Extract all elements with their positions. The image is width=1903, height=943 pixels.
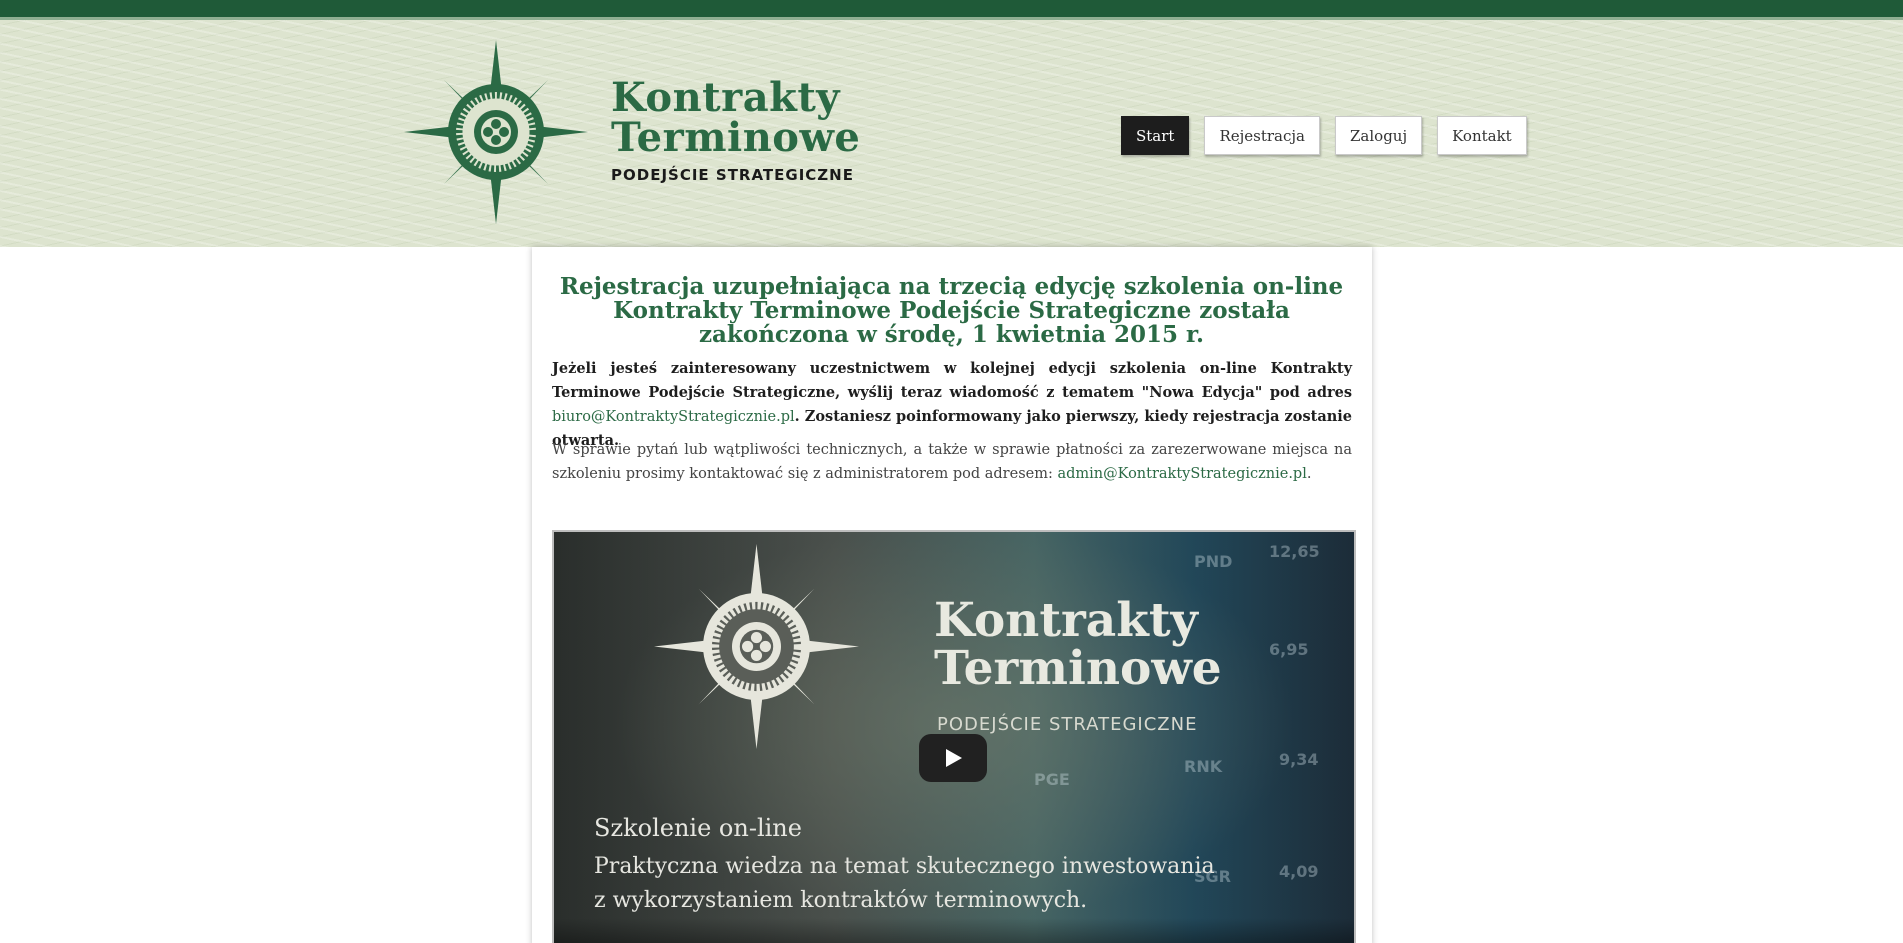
nav-kontakt-button[interactable]: Kontakt	[1437, 116, 1527, 155]
video-subtitle: PODEJŚCIE STRATEGICZNE	[937, 714, 1198, 735]
video-description-line1: Praktyczna wiedza na temat skutecznego i…	[594, 854, 1215, 879]
nav-zaloguj-button[interactable]: Zaloguj	[1335, 116, 1423, 155]
logo-wordmark[interactable]: Kontrakty Terminowe PODEJŚCIE STRATEGICZ…	[611, 74, 861, 185]
site-header: Kontrakty Terminowe PODEJŚCIE STRATEGICZ…	[0, 20, 1903, 247]
compass-rose-icon[interactable]	[404, 40, 588, 224]
video-title-line1: Kontrakty	[934, 593, 1198, 648]
logo-title-line1: Kontrakty	[611, 74, 841, 121]
content-panel: Rejestracja uzupełniająca na trzecią edy…	[532, 247, 1372, 943]
video-label: Szkolenie on-line	[594, 814, 802, 842]
ticker-text: 9,34	[1279, 750, 1319, 769]
info-text-before: Jeżeli jesteś zainteresowany uczestnictw…	[552, 360, 1352, 401]
nav-rejestracja-button[interactable]: Rejestracja	[1204, 116, 1320, 155]
video-player[interactable]: PND 12,65 6,95 PGE RNK 9,34 SGR 4,09 Kon…	[552, 530, 1356, 943]
ticker-text: 12,65	[1269, 542, 1320, 561]
play-button[interactable]	[919, 734, 987, 782]
ticker-text: RNK	[1184, 757, 1223, 776]
video-description-line2: z wykorzystaniem kontraktów terminowych.	[594, 888, 1088, 913]
main-nav: Start Rejestracja Zaloguj Kontakt	[1121, 116, 1527, 155]
video-title-line2: Terminowe	[934, 641, 1222, 696]
page-headline: Rejestracja uzupełniająca na trzecią edy…	[559, 273, 1344, 348]
ticker-text: PND	[1194, 552, 1233, 571]
ticker-text: 6,95	[1269, 640, 1309, 659]
biuro-email-link[interactable]: biuro@KontraktyStrategicznie.pl	[552, 409, 795, 425]
admin-email-link[interactable]: admin@KontraktyStrategicznie.pl	[1057, 466, 1306, 482]
top-accent-bar	[0, 0, 1903, 20]
logo-title-line2: Terminowe	[611, 114, 861, 161]
support-text-after: .	[1306, 466, 1312, 482]
nav-start-button[interactable]: Start	[1121, 116, 1190, 155]
video-controls-shade	[554, 918, 1354, 943]
play-icon	[946, 749, 962, 767]
ticker-text: PGE	[1034, 770, 1070, 789]
logo-subtitle: PODEJŚCIE STRATEGICZNE	[611, 166, 854, 184]
video-title: Kontrakty Terminowe	[934, 597, 1222, 693]
support-paragraph: W sprawie pytań lub wątpliwości technicz…	[552, 438, 1352, 486]
ticker-text: 4,09	[1279, 862, 1319, 881]
compass-rose-icon	[654, 544, 859, 749]
